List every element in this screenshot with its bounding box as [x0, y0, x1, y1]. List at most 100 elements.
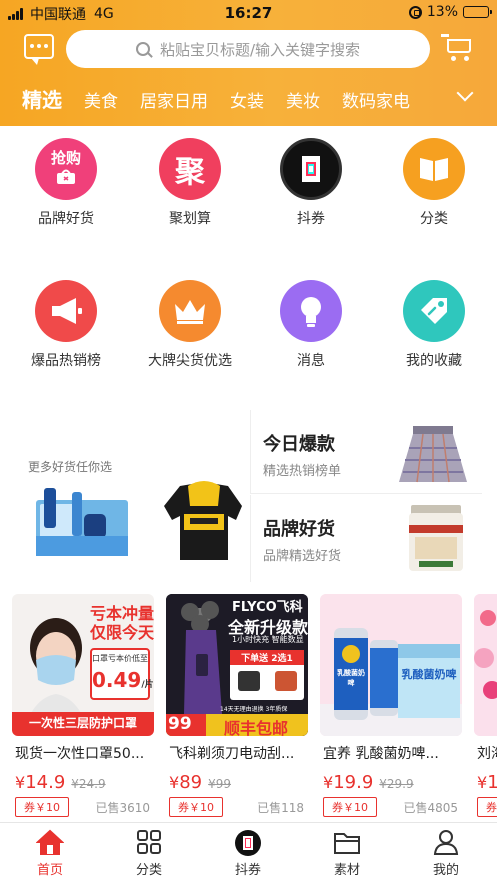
product-list: 亏本冲量 仅限今天 口罩亏本价低至 0.49/片 一次性三层防护口罩 现货一次性…: [0, 582, 497, 822]
promo-brand-goods[interactable]: 品牌好货 品牌精选好货: [250, 495, 482, 582]
category-tab[interactable]: 美食: [84, 87, 118, 112]
product-card[interactable]: FLYCO飞科 全新升级款 1小时快充 智能数显 下单送 2选1 14天无理由退…: [166, 594, 310, 818]
product-thumbnail: [474, 594, 497, 736]
grid-item-label: 大牌尖货优选: [148, 353, 232, 369]
product-original-price: ¥99: [208, 777, 231, 791]
thumb-tag: 下单送 2选1: [230, 650, 304, 665]
product-thumbnail: 亏本冲量 仅限今天 口罩亏本价低至 0.49/片 一次性三层防护口罩: [12, 594, 154, 736]
category-tab[interactable]: 数码家电: [342, 87, 410, 112]
sold-count: 已售4805: [403, 800, 458, 815]
tab-folder[interactable]: 素材: [307, 829, 387, 878]
product-price: ¥19.9: [323, 772, 374, 793]
home-icon: [35, 829, 65, 855]
promo-section: 更多好货任你选 今日爆款 精选热销榜单 品牌好货 品牌精选好货: [0, 410, 497, 582]
promo-brand-goods-desc: 品牌精选好货: [263, 549, 342, 564]
skirt-image: [399, 426, 467, 483]
protein-powder-image: [409, 505, 463, 571]
thumb-can-text: 乳酸菌奶啤: [337, 669, 365, 687]
category-tab[interactable]: 美妆: [286, 87, 320, 112]
grid-icon: [135, 829, 163, 855]
grid-item-label: 消息: [297, 353, 325, 369]
product-price: ¥89: [169, 772, 203, 793]
product-price-value: 1: [487, 772, 497, 793]
product-price: ¥1: [477, 772, 497, 793]
douyin-icon: [280, 138, 342, 200]
promo-left-image: [36, 481, 242, 560]
grid-item-label: 品牌好货: [38, 211, 94, 227]
category-tab[interactable]: 居家日用: [140, 87, 208, 112]
sold-count: 已售118: [257, 800, 304, 815]
folder-icon: [333, 829, 361, 855]
person-icon: [432, 829, 460, 855]
battery-icon: [463, 6, 492, 18]
battery-percent: 13%: [426, 4, 458, 20]
thumb-tag: 口罩亏本价低至: [92, 654, 148, 663]
search-icon: [135, 42, 150, 56]
status-bar: 中国联通 4G 16:27 13%: [0, 0, 497, 26]
product-card[interactable]: 乳酸菌奶啤 乳酸菌奶啤 宜养 乳酸菌奶啤... ¥19.9 ¥29.9 券￥10 已售4…: [320, 594, 464, 818]
tab-grid[interactable]: 分类: [109, 829, 189, 878]
tab-label: 素材: [333, 863, 360, 878]
product-thumbnail: FLYCO飞科 全新升级款 1小时快充 智能数显 下单送 2选1 14天无理由退…: [166, 594, 308, 736]
thumb-bottom-small: 14天无理由退换 3年质保: [220, 706, 288, 713]
tab-label: 抖券: [234, 863, 261, 878]
grid-item[interactable]: 大牌尖货优选: [128, 280, 252, 370]
thumb-line1: 亏本冲量: [90, 604, 154, 623]
search-placeholder: 粘贴宝贝标题/输入关键字搜索: [159, 40, 361, 59]
tab-label: 分类: [135, 863, 162, 878]
megaphone-icon: [35, 280, 97, 342]
grid-item-label: 爆品热销榜: [31, 353, 101, 369]
product-thumbnail: 乳酸菌奶啤 乳酸菌奶啤: [320, 594, 462, 736]
book-icon: [403, 138, 465, 200]
chevron-down-icon[interactable]: [456, 86, 476, 106]
thumb-line2: 仅限今天: [90, 623, 154, 643]
category-tab[interactable]: 精选: [22, 84, 62, 113]
grid-item[interactable]: 抢购 品牌好货: [4, 138, 128, 228]
sold-count: 已售3610: [95, 800, 150, 815]
category-tab[interactable]: 女装: [230, 87, 264, 112]
juhuasuan-icon: 聚: [159, 138, 221, 200]
thumb-brand: FLYCO飞科: [232, 600, 303, 615]
tab-douyin[interactable]: 抖券: [208, 829, 288, 878]
thumb-line2: 1小时快充 智能数显: [232, 635, 304, 644]
grid-item[interactable]: 聚聚划算: [128, 138, 252, 228]
grid-item-label: 分类: [420, 211, 448, 227]
product-title: 刘海: [477, 746, 497, 762]
cart-icon[interactable]: [441, 34, 473, 62]
grid-item[interactable]: 消息: [249, 280, 373, 370]
promo-today-hot-desc: 精选热销榜单: [263, 464, 342, 479]
thumb-amount: 0.49: [92, 668, 142, 692]
message-icon[interactable]: [24, 34, 54, 65]
grid-item-label: 抖券: [297, 211, 325, 227]
bottom-tab-bar: 首页 分类 抖券 素材 我的: [0, 822, 497, 883]
grid-item[interactable]: 爆品热销榜: [4, 280, 128, 370]
promo-today-hot[interactable]: 今日爆款 精选热销榜单: [250, 410, 482, 494]
tab-label: 首页: [36, 863, 63, 878]
coupon-badge[interactable]: 券￥10: [169, 797, 223, 817]
tag-icon: [403, 280, 465, 342]
coupon-badge[interactable]: 券￥10: [15, 797, 69, 817]
product-card[interactable]: 刘海 ¥1 券: [474, 594, 497, 818]
coupon-badge[interactable]: 券￥10: [323, 797, 377, 817]
search-input[interactable]: 粘贴宝贝标题/输入关键字搜索: [66, 30, 430, 68]
tab-person[interactable]: 我的: [406, 829, 486, 878]
product-price-value: 14.9: [25, 772, 66, 793]
tab-home[interactable]: 首页: [10, 829, 90, 878]
lightbulb-icon: [280, 280, 342, 342]
thumb-bottom-tag: 顺丰包邮: [224, 719, 289, 736]
promo-more-goods[interactable]: 更多好货任你选: [14, 410, 246, 582]
grid-item-label: 我的收藏: [406, 353, 462, 369]
thumb-unit: /片: [141, 680, 154, 690]
top-header: 中国联通 4G 16:27 13% 粘贴宝贝标题/输入关键字搜索 精选 美食 居家日…: [0, 0, 497, 126]
grid-item[interactable]: 分类: [372, 138, 496, 228]
product-title: 现货一次性口罩50...: [15, 746, 145, 762]
status-right: 13%: [408, 4, 492, 20]
grid-item[interactable]: 抖券: [249, 138, 373, 228]
tab-label: 我的: [432, 863, 459, 878]
douyin-icon: [234, 829, 262, 856]
coupon-badge[interactable]: 券: [477, 797, 497, 817]
product-price-value: 19.9: [333, 772, 374, 793]
grid-item[interactable]: 我的收藏: [372, 280, 496, 370]
grid-item-label: 聚划算: [169, 211, 211, 227]
product-card[interactable]: 亏本冲量 仅限今天 口罩亏本价低至 0.49/片 一次性三层防护口罩 现货一次性…: [12, 594, 156, 818]
